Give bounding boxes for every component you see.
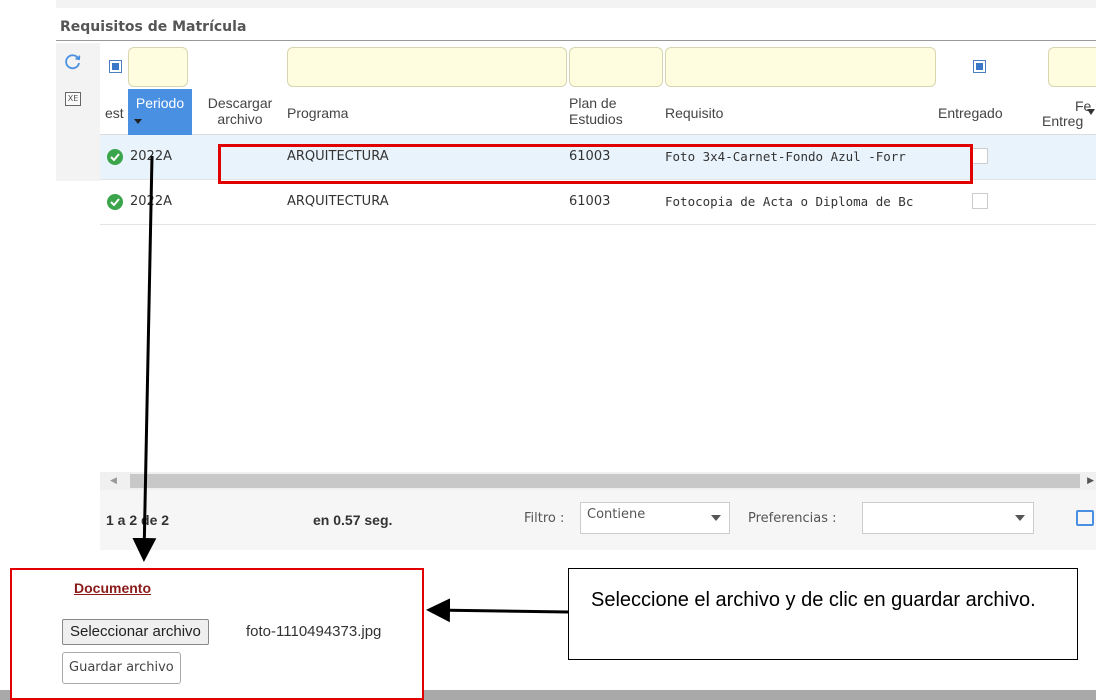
annotation-arrows xyxy=(132,155,569,623)
arrow-left-line xyxy=(426,598,569,623)
arrow-down-line xyxy=(132,155,157,562)
